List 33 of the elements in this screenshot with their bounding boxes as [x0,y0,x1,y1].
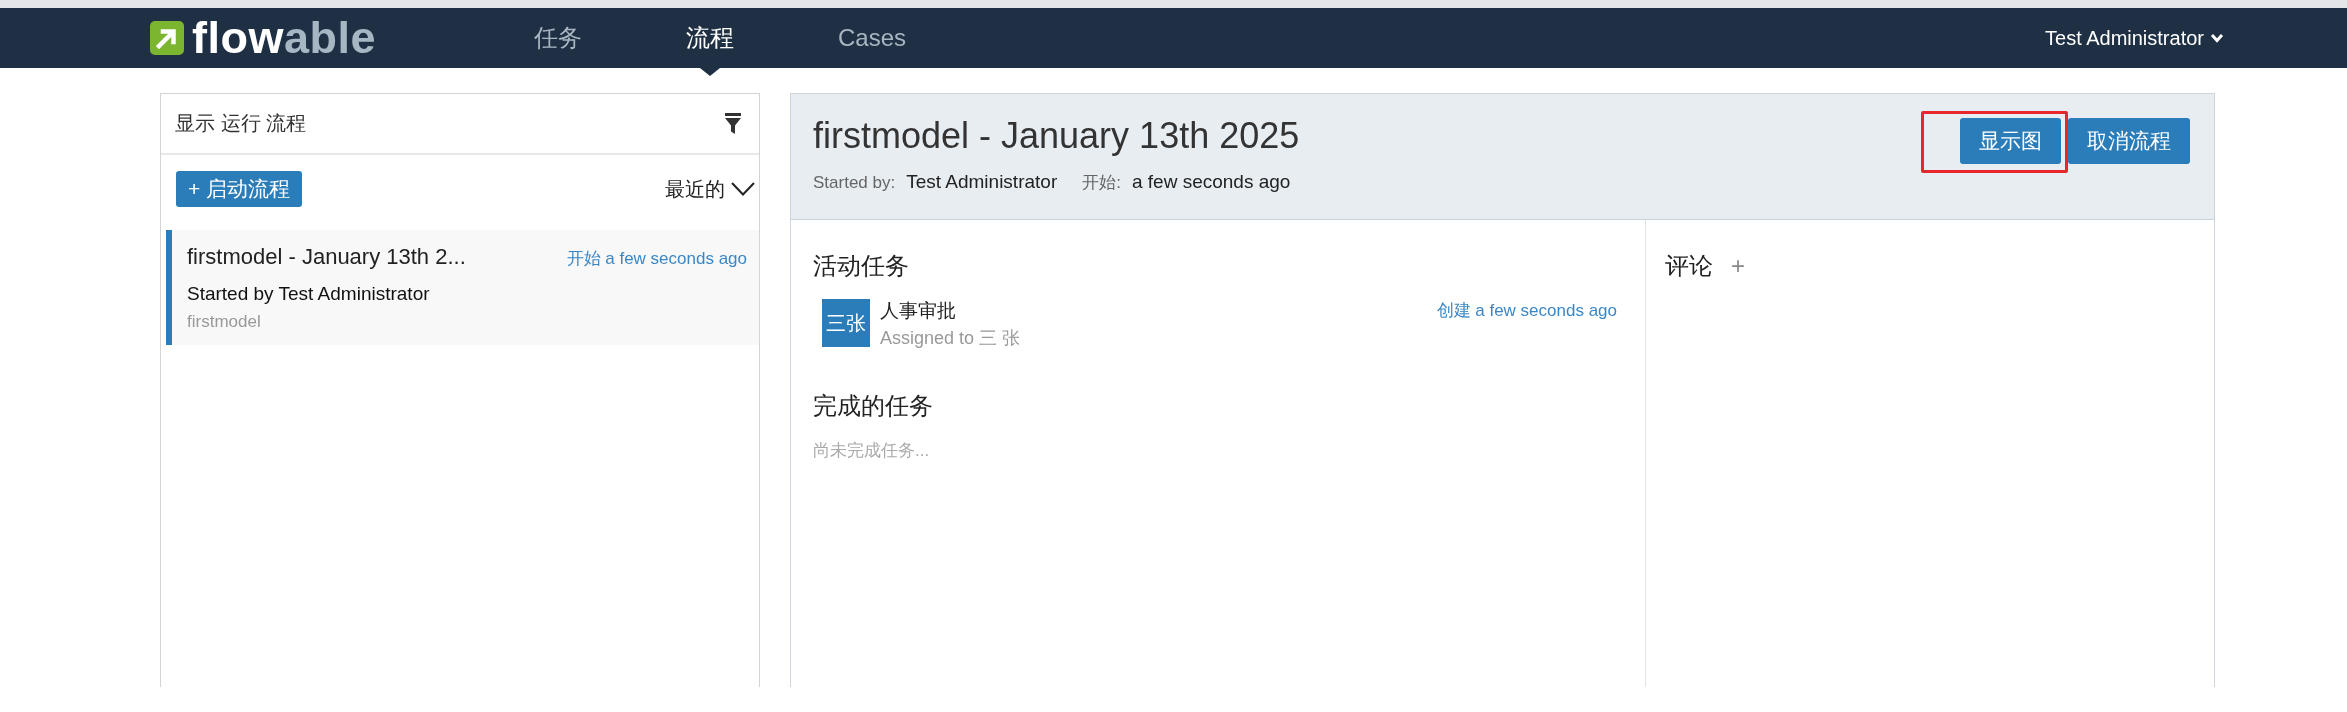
process-definition: firstmodel [187,312,262,332]
action-button[interactable]: 显示图 [1960,118,2061,164]
meta-label: 开始: [1082,172,1121,194]
started-by-text: Started by Test Administrator [187,282,431,305]
panel-title: 显示 运行 流程 [175,111,307,136]
process-title: firstmodel - January 13th 2025 [813,114,1301,158]
task-assignee: Assigned to 三 张 [880,327,1021,349]
nav-tab[interactable]: 流程 [634,8,786,76]
sort-dropdown[interactable]: 最近的 [665,175,755,203]
logo-wordmark: flowable [192,13,377,63]
user-menu[interactable]: Test Administrator [2045,8,2224,68]
meta-value: Test Administrator [906,170,1058,193]
section-heading: 评论 [1665,251,1713,281]
add-comment-button[interactable]: + [1731,251,1745,281]
section-heading: 完成的任务 [813,391,934,421]
process-list-item[interactable]: firstmodel - January 13th 2... 开始 a few seconds ago Started by Test Administrator firstmodel [166,230,759,345]
process-title: firstmodel - January 13th 2... [187,244,466,270]
chevron-down-icon [2210,33,2224,43]
empty-message: 尚未完成任务... [813,441,931,461]
task-created-time: 创建 a few seconds ago [1436,300,1617,322]
nav-tab[interactable]: Cases [786,8,959,76]
action-button[interactable]: 取消流程 [2068,118,2190,164]
logo-icon [150,21,184,55]
section-heading: 活动任务 [813,251,910,281]
filter-icon[interactable] [725,112,741,135]
nav-tab[interactable]: 任务 [482,8,634,76]
assignee-avatar: 三张 [822,299,870,347]
task-name[interactable]: 人事审批 [880,299,956,323]
start-time: 开始 a few seconds ago [566,248,747,270]
start-process-button[interactable]: + 启动流程 [176,171,303,207]
meta-value: a few seconds ago [1131,170,1291,193]
meta-label: Started by: [813,172,896,194]
chevron-down-icon [731,182,755,196]
